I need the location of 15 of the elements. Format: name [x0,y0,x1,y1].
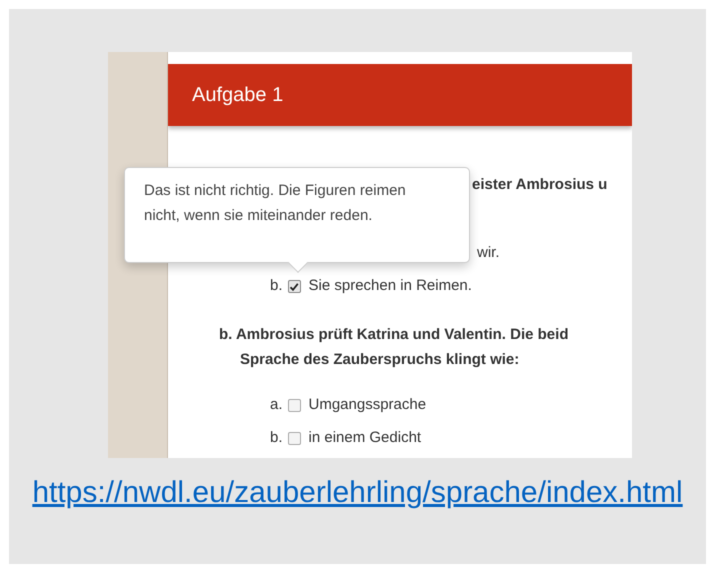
checkbox[interactable] [288,432,301,445]
checkbox[interactable] [288,280,301,293]
option-letter: b. [270,428,283,448]
question-text: eister Ambrosius u [472,174,608,195]
answer-text: wir. [477,243,500,264]
option-letter: a. [270,395,283,416]
answer-text: Sie sprechen in Reimen. [308,276,472,296]
tooltip-text: Das ist nicht richtig. Die Figuren reimen nicht, wenn sie miteinander reden. [144,181,406,226]
answer-text: Umgangssprache [308,395,426,416]
checkbox[interactable] [288,399,301,412]
question-text: b. Ambrosius prüft Katrina und Valentin. Die beid Sprache des Zauberspruchs klingt wie: [218,325,570,370]
header-title: Aufgabe 1 [192,83,284,108]
answer-text: in einem Gedicht [308,428,422,448]
url-link[interactable]: https://nwdl.eu/zauberlehrling/sprache/index.html [32,470,683,515]
option-letter: b. [270,276,283,296]
